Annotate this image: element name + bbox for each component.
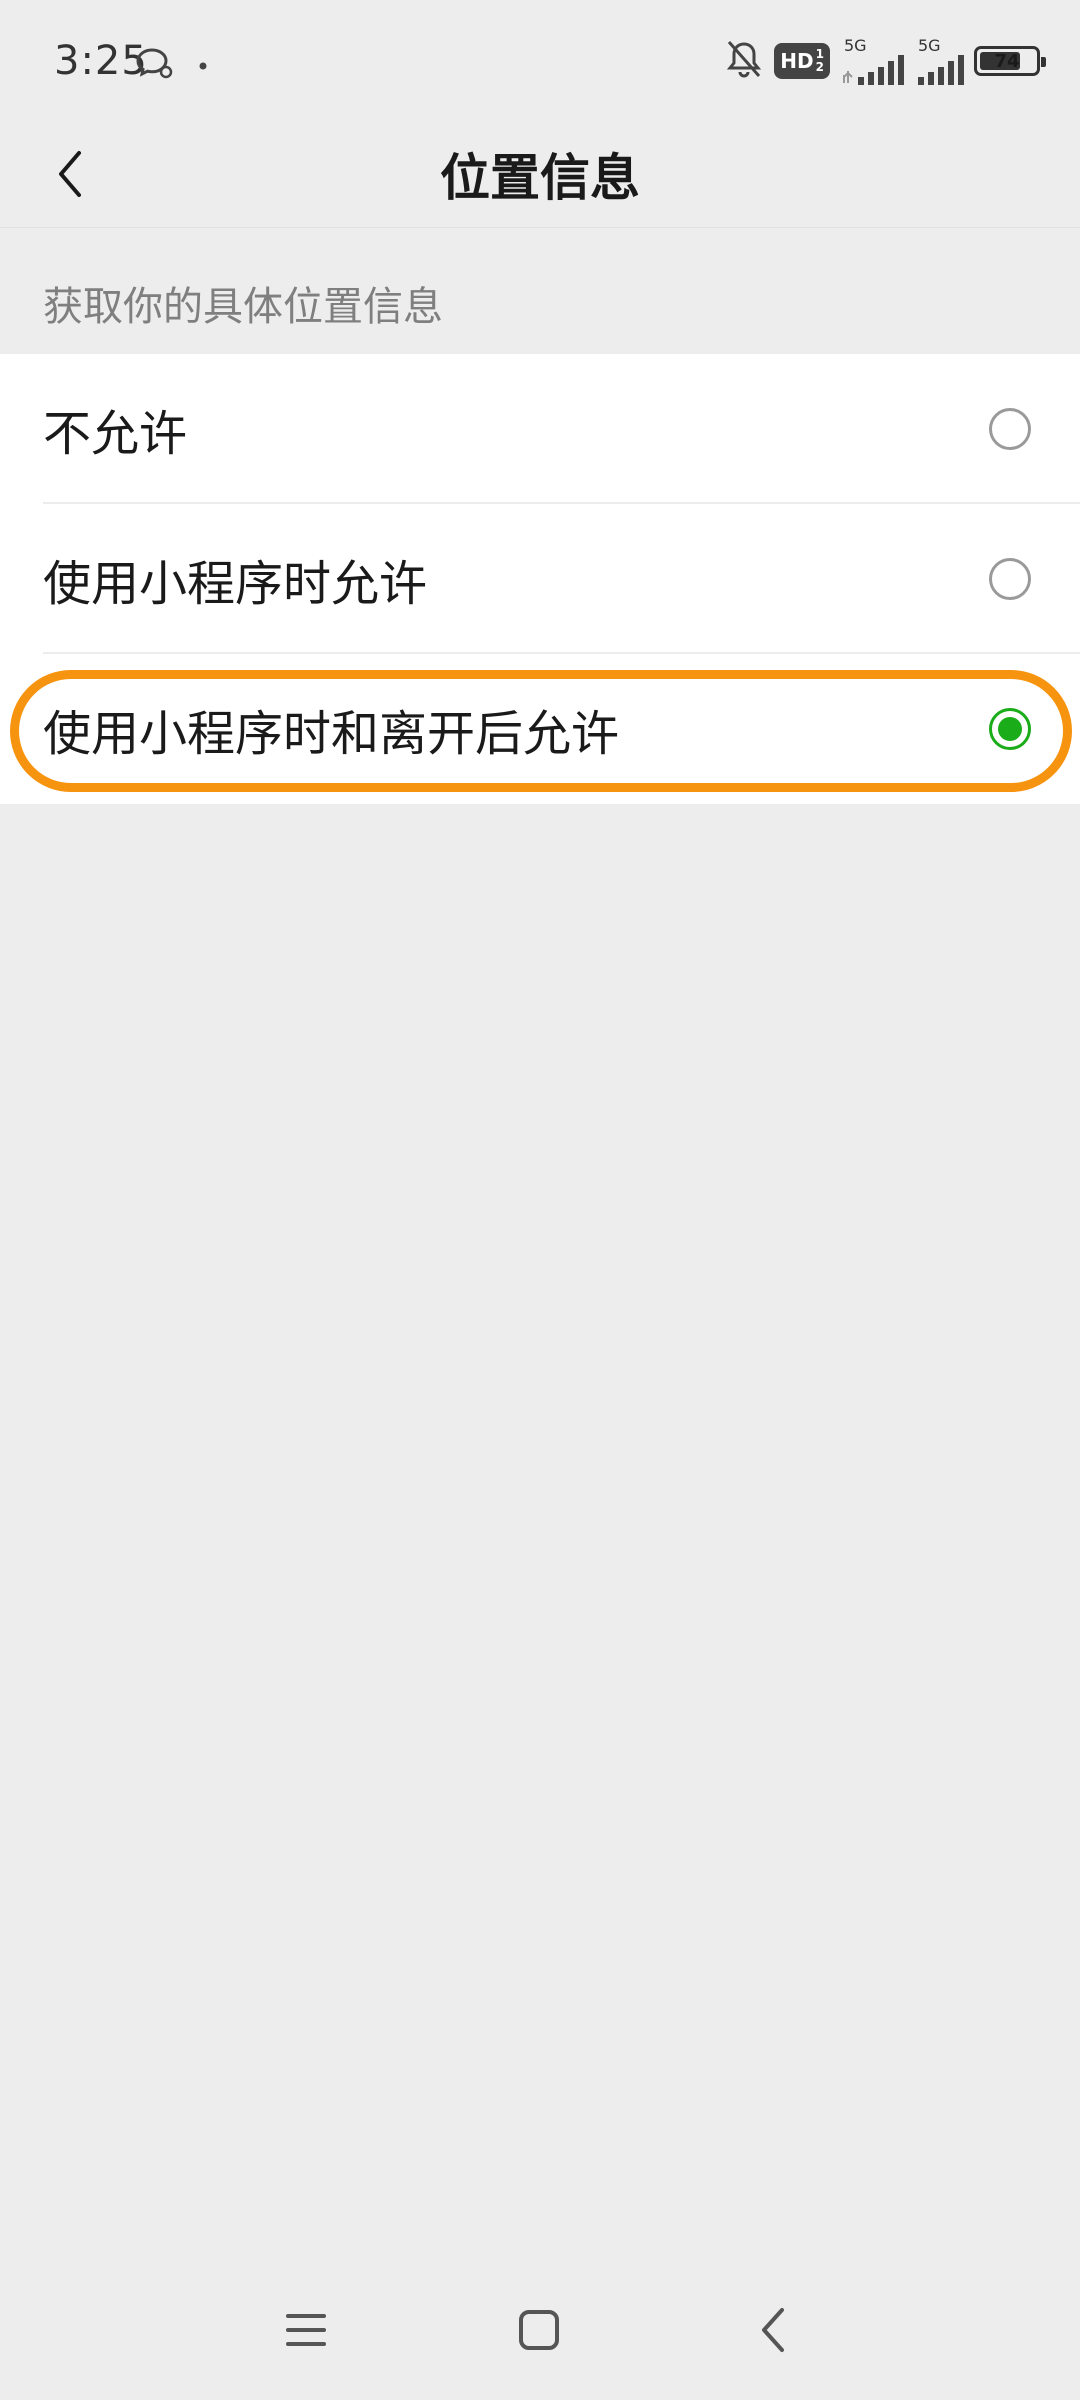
option-deny[interactable]: 不允许 <box>0 354 1080 504</box>
signal-2: 5G <box>914 37 964 85</box>
network-type-1: 5G <box>844 36 867 55</box>
back-icon <box>762 2308 784 2352</box>
network-type-2: 5G <box>918 36 941 55</box>
home-icon <box>519 2310 559 2350</box>
menu-button[interactable] <box>266 2290 346 2370</box>
hd-sub-bottom: 2 <box>815 60 824 74</box>
option-label: 使用小程序时允许 <box>43 556 428 612</box>
option-label: 不允许 <box>43 406 188 462</box>
section-header-text: 获取你的具体位置信息 <box>43 284 443 330</box>
option-label: 使用小程序时和离开后允许 <box>43 706 620 762</box>
option-allow-always[interactable]: 使用小程序时和离开后允许 <box>0 654 1080 804</box>
system-nav-bar <box>0 2260 1080 2400</box>
dot-icon <box>198 56 208 75</box>
hd-voice-icon: HD 1 2 <box>774 43 830 79</box>
radio-button[interactable] <box>989 408 1031 450</box>
nav-bar: 位置信息 <box>0 120 1080 228</box>
status-bar: 3:25 HD 1 2 5G 5G 74 <box>0 0 1080 120</box>
page-title: 位置信息 <box>440 149 640 207</box>
home-button[interactable] <box>499 2290 579 2370</box>
option-allow-while-using[interactable]: 使用小程序时允许 <box>0 504 1080 654</box>
signal-icon <box>918 55 964 85</box>
location-options-list: 不允许 使用小程序时允许 使用小程序时和离开后允许 <box>0 354 1080 804</box>
mute-bell-icon <box>724 38 764 84</box>
wechat-chat-icon <box>134 46 174 84</box>
menu-icon <box>286 2314 326 2346</box>
system-back-button[interactable] <box>733 2290 813 2370</box>
section-header: 获取你的具体位置信息 <box>0 228 1080 354</box>
signal-icon <box>843 55 904 85</box>
radio-button-selected[interactable] <box>989 708 1031 750</box>
battery-level: 74 <box>994 50 1020 72</box>
battery-icon: 74 <box>974 46 1046 76</box>
hd-label: HD <box>780 49 814 73</box>
signal-1: 5G <box>840 37 904 85</box>
radio-button[interactable] <box>989 558 1031 600</box>
